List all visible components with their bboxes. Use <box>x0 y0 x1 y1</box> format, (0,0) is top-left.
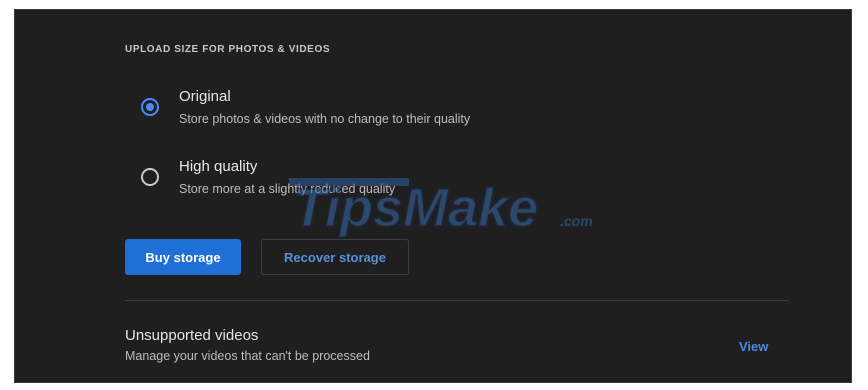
option-original-title: Original <box>179 88 231 105</box>
option-high-quality[interactable]: High quality Store more at a slightly re… <box>141 156 641 204</box>
section-title: UPLOAD SIZE FOR PHOTOS & VIDEOS <box>125 44 331 55</box>
radio-high-quality[interactable] <box>141 168 159 186</box>
option-original[interactable]: Original Store photos & videos with no c… <box>141 86 641 134</box>
unsupported-videos-description: Manage your videos that can't be process… <box>125 349 370 363</box>
unsupported-videos-title: Unsupported videos <box>125 327 259 344</box>
radio-original-selected[interactable] <box>141 98 159 116</box>
option-high-quality-title: High quality <box>179 158 258 175</box>
svg-text:.com: .com <box>560 213 593 229</box>
buy-storage-button[interactable]: Buy storage <box>125 239 241 275</box>
option-high-quality-description: Store more at a slightly reduced quality <box>179 182 396 196</box>
view-link[interactable]: View <box>739 339 768 354</box>
divider <box>125 300 789 301</box>
option-original-description: Store photos & videos with no change to … <box>179 112 471 126</box>
recover-storage-button[interactable]: Recover storage <box>261 239 409 275</box>
upload-settings-panel: UPLOAD SIZE FOR PHOTOS & VIDEOS Original… <box>14 9 852 383</box>
